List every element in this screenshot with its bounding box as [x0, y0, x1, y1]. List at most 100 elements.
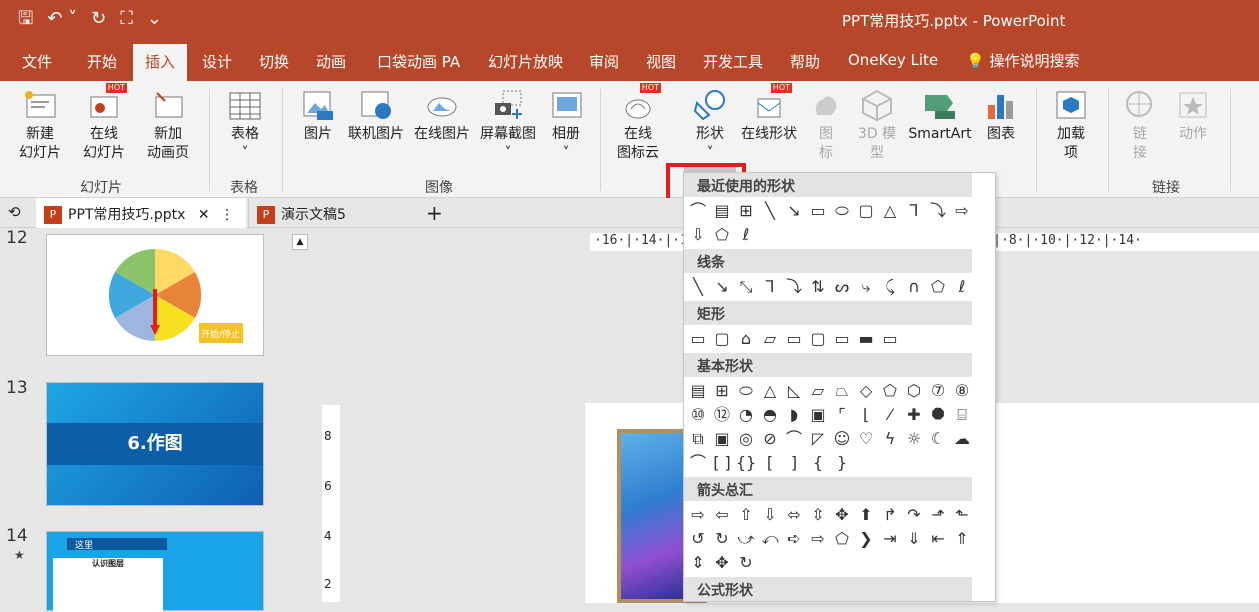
- shape-item[interactable]: ⬆: [854, 503, 878, 527]
- shape-item[interactable]: ⇕: [686, 551, 710, 575]
- shape-item[interactable]: ⊘: [758, 427, 782, 451]
- shape-item[interactable]: ⧉: [686, 427, 710, 451]
- shape-item[interactable]: ⇦: [710, 503, 734, 527]
- shape-item[interactable]: ▱: [758, 327, 782, 351]
- icon-cloud-button[interactable]: HOT 在线 图标云: [610, 83, 666, 163]
- doc-tab-active[interactable]: P PPT常用技巧.pptx ✕ ⋮: [36, 198, 246, 228]
- shape-item[interactable]: ↘: [782, 199, 806, 223]
- shape-item[interactable]: ⇩: [758, 503, 782, 527]
- album-button[interactable]: 相册 ˅: [546, 89, 586, 163]
- action-button[interactable]: 动作: [1170, 89, 1216, 144]
- addins-button[interactable]: 加载 项: [1046, 89, 1096, 163]
- shape-item[interactable]: ⌒: [686, 451, 710, 475]
- tab-help[interactable]: 帮助: [790, 51, 820, 72]
- shape-item[interactable]: ⅂: [902, 199, 926, 223]
- redo-icon[interactable]: ↻: [91, 8, 106, 30]
- shape-item[interactable]: [ ]: [710, 451, 734, 475]
- new-tab-icon[interactable]: +: [426, 201, 443, 225]
- shape-item[interactable]: [: [758, 451, 782, 475]
- shape-item[interactable]: ╲: [758, 199, 782, 223]
- shape-item[interactable]: ↻: [734, 551, 758, 575]
- shape-item[interactable]: ⇥: [878, 527, 902, 551]
- shape-item[interactable]: ◇: [854, 379, 878, 403]
- shape-item[interactable]: ⇑: [950, 527, 974, 551]
- shape-item[interactable]: ✥: [710, 551, 734, 575]
- shape-item[interactable]: ⬠: [926, 275, 950, 299]
- shape-item[interactable]: ⑦: [926, 379, 950, 403]
- shape-item[interactable]: ϟ: [878, 427, 902, 451]
- shape-item[interactable]: ⇩: [686, 223, 710, 247]
- online-image-button[interactable]: 在线图片: [410, 89, 474, 144]
- tab-transitions[interactable]: 切换: [259, 51, 289, 72]
- shape-item[interactable]: {}: [734, 451, 758, 475]
- tab-view[interactable]: 视图: [646, 51, 676, 72]
- shape-item[interactable]: ◗: [782, 403, 806, 427]
- shape-item[interactable]: ▭: [878, 327, 902, 351]
- shape-item[interactable]: ▤: [686, 379, 710, 403]
- shape-item[interactable]: ⊞: [710, 379, 734, 403]
- shape-item[interactable]: ⏢: [830, 379, 854, 403]
- shape-item[interactable]: ↘: [710, 275, 734, 299]
- shape-item[interactable]: ◓: [758, 403, 782, 427]
- shape-item[interactable]: ╲: [686, 275, 710, 299]
- shape-item[interactable]: ⌜: [830, 403, 854, 427]
- shape-item[interactable]: △: [758, 379, 782, 403]
- shape-item[interactable]: ☁: [950, 427, 974, 451]
- shape-item[interactable]: ⤹: [878, 275, 902, 299]
- shape-item[interactable]: ⬄: [782, 503, 806, 527]
- shape-item[interactable]: ⬠: [830, 527, 854, 551]
- tab-home[interactable]: 开始: [87, 51, 117, 72]
- tab-insert[interactable]: 插入: [133, 44, 188, 81]
- shape-item[interactable]: ⬭: [734, 379, 758, 403]
- shape-item[interactable]: ⌸: [950, 403, 974, 427]
- shape-item[interactable]: ⌂: [734, 327, 758, 351]
- shape-item[interactable]: ⬑: [950, 503, 974, 527]
- tab-onekey[interactable]: OneKey Lite: [848, 51, 938, 69]
- screenshot-button[interactable]: 屏幕截图 ˅: [476, 89, 540, 163]
- shape-item[interactable]: ⇅: [806, 275, 830, 299]
- shape-item[interactable]: ↱: [878, 503, 902, 527]
- thumbnails-scrollbar[interactable]: ▲: [290, 228, 310, 602]
- slide-thumb-14[interactable]: 这里 认识图层: [46, 531, 264, 612]
- shape-item[interactable]: ◔: [734, 403, 758, 427]
- shape-item[interactable]: ⊞: [734, 199, 758, 223]
- slide-thumb-13[interactable]: 6.作图: [46, 382, 264, 506]
- shape-item[interactable]: ◸: [806, 427, 830, 451]
- shape-item[interactable]: ↺: [686, 527, 710, 551]
- shape-item[interactable]: ⌒: [782, 427, 806, 451]
- shape-item[interactable]: ▢: [710, 327, 734, 351]
- shape-item[interactable]: ⅂: [758, 275, 782, 299]
- shape-item[interactable]: ✥: [830, 503, 854, 527]
- shape-item[interactable]: ❯: [854, 527, 878, 551]
- shape-item[interactable]: ]: [782, 451, 806, 475]
- shape-item[interactable]: ⇨: [806, 527, 830, 551]
- shape-item[interactable]: ℓ: [950, 275, 974, 299]
- shape-item[interactable]: ⤻: [734, 527, 758, 551]
- tab-pocket-animation[interactable]: 口袋动画 PA: [377, 51, 460, 72]
- tab-developer[interactable]: 开发工具: [703, 51, 763, 72]
- shape-item[interactable]: ▭: [782, 327, 806, 351]
- shape-item[interactable]: ⌊: [854, 403, 878, 427]
- shape-item[interactable]: ↷: [902, 503, 926, 527]
- shape-item[interactable]: ✚: [902, 403, 926, 427]
- tab-switch-icon[interactable]: ⟲: [8, 203, 21, 221]
- tab-slideshow[interactable]: 幻灯片放映: [488, 51, 563, 72]
- shape-item[interactable]: ▣: [710, 427, 734, 451]
- slide-thumb-12[interactable]: 开始/停止: [46, 234, 264, 356]
- new-anim-page-button[interactable]: 新加 动画页: [138, 89, 198, 163]
- doc-tab[interactable]: P 演示文稿5: [248, 198, 420, 228]
- shape-item[interactable]: △: [878, 199, 902, 223]
- shape-item[interactable]: ▭: [686, 327, 710, 351]
- shape-item[interactable]: ⬠: [710, 223, 734, 247]
- customize-qat-icon[interactable]: ⌄: [147, 8, 162, 30]
- shape-item[interactable]: ☼: [902, 427, 926, 451]
- shape-item[interactable]: ⯃: [926, 403, 950, 427]
- undo-icon[interactable]: ↶ ˅: [47, 8, 77, 30]
- save-icon[interactable]: 🖫: [18, 8, 33, 30]
- picture-button[interactable]: 图片: [298, 89, 338, 144]
- icons-button[interactable]: 图 标: [808, 89, 844, 163]
- tab-review[interactable]: 审阅: [589, 51, 619, 72]
- shape-item[interactable]: ▢: [806, 327, 830, 351]
- shape-item[interactable]: ⌒: [686, 199, 710, 223]
- shape-item[interactable]: ∩: [902, 275, 926, 299]
